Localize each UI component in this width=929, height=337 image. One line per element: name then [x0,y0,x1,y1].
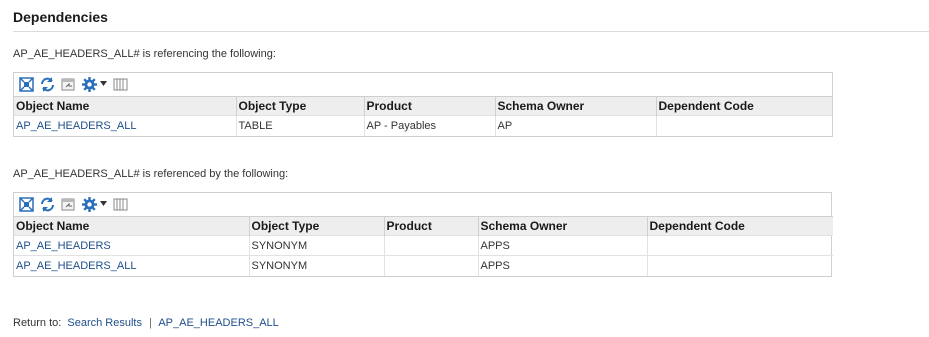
column-header-dependent-code[interactable]: Dependent Code [656,96,832,116]
referencing-table: Object Name Object Type Product Schema O… [14,96,832,136]
refresh-icon[interactable] [39,196,56,213]
referencing-panel: Object Name Object Type Product Schema O… [13,72,833,137]
columns-icon[interactable] [112,76,129,93]
section-title: Dependencies [13,9,108,25]
schema-owner-cell: APPS [478,255,648,276]
refresh-icon[interactable] [39,76,56,93]
dependent-code-cell [647,235,833,256]
referenced-by-caption: AP_AE_HEADERS_ALL# is referenced by the … [13,168,289,180]
referenced-by-panel: Object Name Object Type Product Schema O… [13,192,833,277]
table-row[interactable]: AP_AE_HEADERS_ALL TABLE AP - Payables AP [14,115,832,136]
object-name-link[interactable]: AP_AE_HEADERS_ALL [14,115,237,136]
settings-menu[interactable] [81,196,108,213]
table-row[interactable]: AP_AE_HEADERS_ALL SYNONYM APPS [14,255,833,276]
columns-icon[interactable] [112,196,129,213]
product-cell [384,255,479,276]
object-name-link[interactable]: AP_AE_HEADERS_ALL [14,255,250,276]
column-header-dependent-code[interactable]: Dependent Code [647,216,833,236]
referencing-caption: AP_AE_HEADERS_ALL# is referencing the fo… [13,48,276,60]
table-row[interactable]: AP_AE_HEADERS SYNONYM APPS [14,235,833,256]
object-type-cell: SYNONYM [249,255,385,276]
column-header-object-name[interactable]: Object Name [14,96,237,116]
return-to-label: Return to: [13,317,62,329]
dropdown-arrow-icon [99,79,108,91]
object-type-cell: SYNONYM [249,235,385,256]
gear-icon [81,76,98,93]
table-header-row: Object Name Object Type Product Schema O… [14,216,833,236]
detach-icon[interactable] [18,76,35,93]
detach-icon[interactable] [18,196,35,213]
referencing-toolbar [14,73,832,96]
table-header-row: Object Name Object Type Product Schema O… [14,96,832,116]
settings-menu[interactable] [81,76,108,93]
column-header-schema-owner[interactable]: Schema Owner [495,96,657,116]
section-divider [13,31,929,32]
schema-owner-cell: APPS [478,235,648,256]
link-separator: | [149,317,152,329]
dependent-code-cell [647,255,833,276]
column-header-product[interactable]: Product [364,96,496,116]
referenced-by-toolbar [14,193,831,216]
object-name-link[interactable]: AP_AE_HEADERS [14,235,250,256]
object-link[interactable]: AP_AE_HEADERS_ALL [158,317,278,329]
dropdown-arrow-icon [99,199,108,211]
product-cell: AP - Payables [364,115,496,136]
export-icon[interactable] [60,76,77,93]
column-header-product[interactable]: Product [384,216,479,236]
dependent-code-cell [656,115,832,136]
object-type-cell: TABLE [236,115,365,136]
return-to-bar: Return to: Search Results | AP_AE_HEADER… [13,317,279,329]
schema-owner-cell: AP [495,115,657,136]
product-cell [384,235,479,256]
referenced-by-table: Object Name Object Type Product Schema O… [14,216,833,276]
search-results-link[interactable]: Search Results [67,317,142,329]
export-icon[interactable] [60,196,77,213]
column-header-object-type[interactable]: Object Type [249,216,385,236]
gear-icon [81,196,98,213]
column-header-object-name[interactable]: Object Name [14,216,250,236]
column-header-object-type[interactable]: Object Type [236,96,365,116]
column-header-schema-owner[interactable]: Schema Owner [478,216,648,236]
